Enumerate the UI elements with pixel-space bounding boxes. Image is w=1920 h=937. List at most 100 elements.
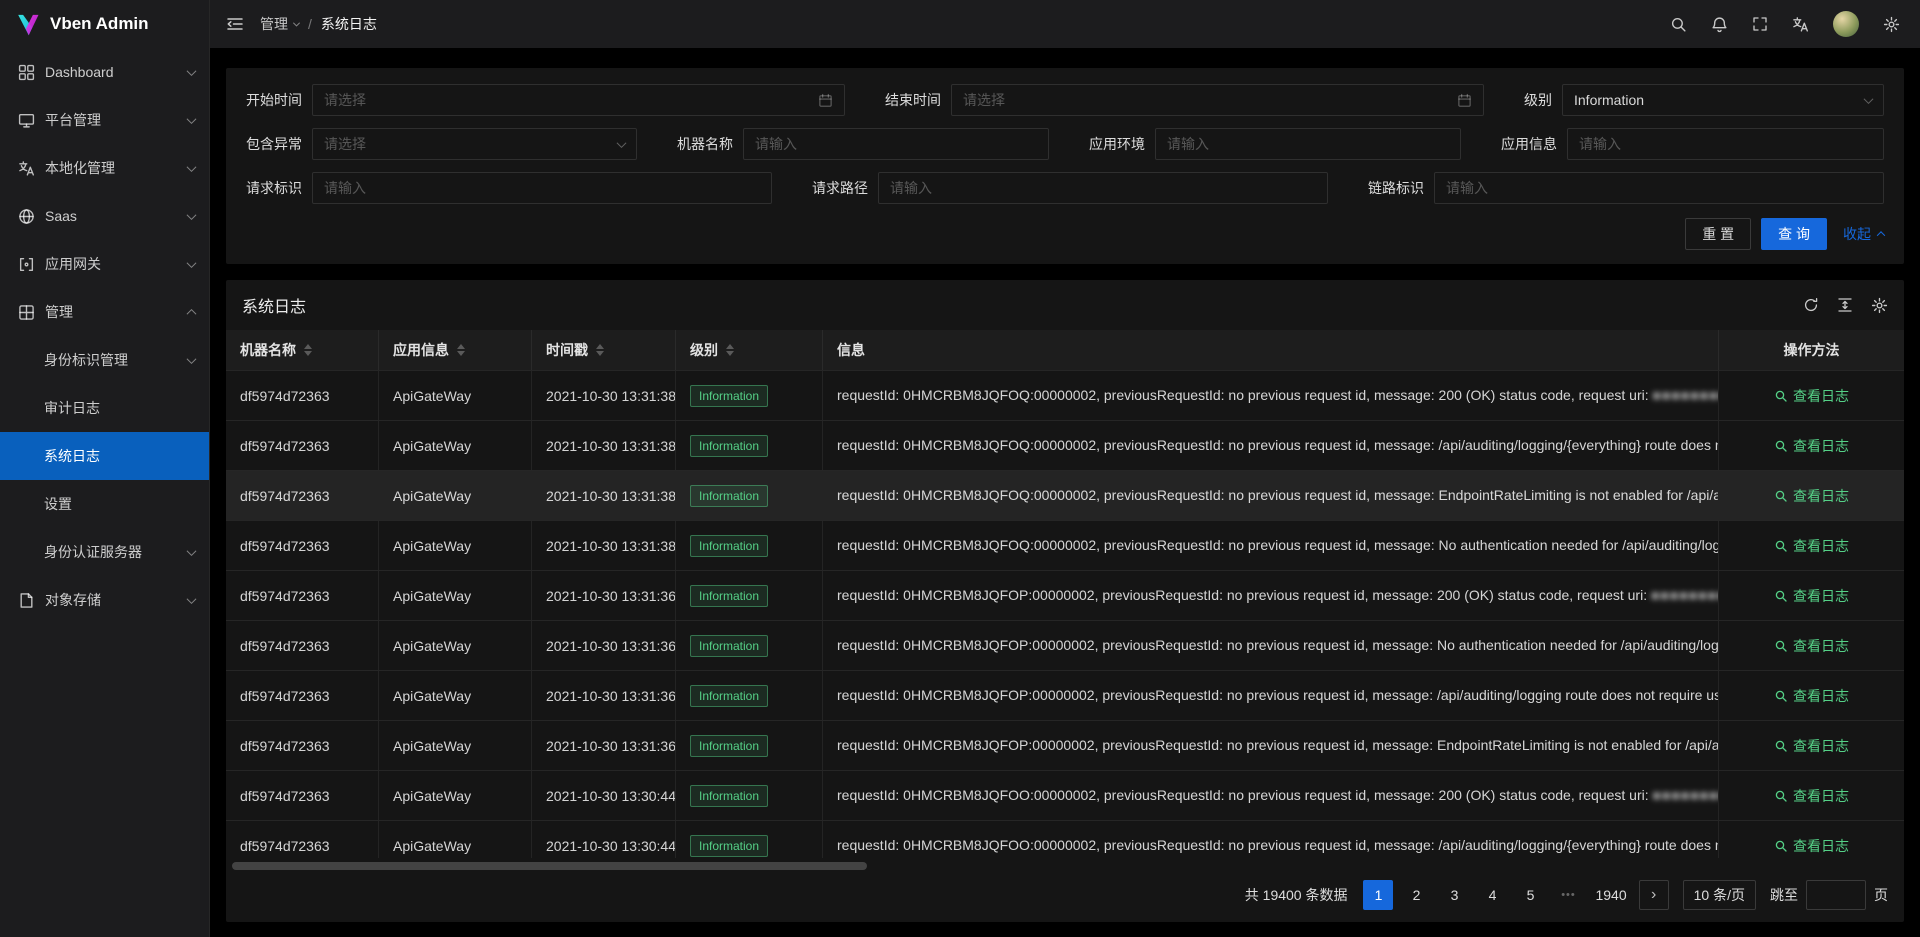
cell-app-info: ApiGateWay [379,371,532,420]
pagination-total: 共 19400 条数据 [1245,885,1348,905]
environment-input[interactable] [1167,136,1449,152]
view-log-link[interactable]: 查看日志 [1774,386,1849,406]
end-time-datepicker[interactable] [951,84,1484,116]
filter-row-1: 开始时间 结束时间 [246,84,1884,116]
request-path-input[interactable] [890,180,1316,196]
cell-timestamp: 2021-10-30 13:31:36 [532,721,676,770]
notification-icon[interactable] [1711,16,1728,33]
request-id-input[interactable] [324,180,760,196]
trace-id-input[interactable] [1446,180,1872,196]
sidebar-item-object-storage[interactable]: 对象存储 [0,576,209,624]
settings-icon[interactable] [1883,16,1900,33]
page-button-5[interactable]: 5 [1515,880,1545,910]
sidebar-subitem-identity[interactable]: 身份标识管理 [0,336,209,384]
menu-fold-icon[interactable] [226,15,244,33]
cell-actions: 查看日志 [1719,771,1904,820]
level-badge: Information [690,485,768,507]
logo[interactable]: Vben Admin [0,0,209,48]
machine-name-field: 机器名称 [677,128,1049,160]
sidebar-subitem-settings[interactable]: 设置 [0,480,209,528]
sidebar-item-management[interactable]: 管理 [0,288,209,336]
redacted-text: ■■■■■■■■■ [1651,587,1719,603]
sidebar-item-localization[interactable]: 本地化管理 [0,144,209,192]
breadcrumb-separator: / [308,16,312,32]
avatar[interactable] [1833,11,1859,37]
table-column-headers: 机器名称应用信息时间戳级别信息操作方法 [226,330,1904,370]
level-badge: Information [690,735,768,757]
view-log-link[interactable]: 查看日志 [1774,586,1849,606]
dashboard-icon [18,64,35,81]
machine-name-input[interactable] [755,136,1037,152]
cell-app-info: ApiGateWay [379,421,532,470]
translate-icon[interactable] [1792,16,1809,33]
sidebar-item-gateway[interactable]: 应用网关 [0,240,209,288]
refresh-icon[interactable] [1803,297,1819,313]
environment-label: 应用环境 [1089,134,1145,154]
sidebar-item-dashboard[interactable]: Dashboard [0,48,209,96]
sidebar-subitem-system-logs[interactable]: 系统日志 [0,432,209,480]
cell-actions: 查看日志 [1719,671,1904,720]
calendar-icon [1457,93,1472,108]
column-header-4[interactable]: 级别 [676,330,823,370]
start-time-datepicker[interactable] [312,84,845,116]
has-exception-placeholder: 请选择 [324,134,610,154]
view-log-link[interactable]: 查看日志 [1774,536,1849,556]
request-id-field: 请求标识 [246,172,772,204]
chevron-down-icon [187,114,197,124]
page-button-3[interactable]: 3 [1439,880,1469,910]
page-button-1[interactable]: 1 [1363,880,1393,910]
column-height-icon[interactable] [1837,297,1853,313]
trace-id-label: 链路标识 [1368,178,1424,198]
cell-machine-name: df5974d72363 [226,421,379,470]
chevron-down-icon [187,66,197,76]
column-header-3[interactable]: 时间戳 [532,330,676,370]
chevron-down-icon [187,546,197,556]
view-log-link[interactable]: 查看日志 [1774,686,1849,706]
level-select[interactable]: Information [1562,84,1884,116]
cell-machine-name: df5974d72363 [226,671,379,720]
page-button-4[interactable]: 4 [1477,880,1507,910]
cell-machine-name: df5974d72363 [226,521,379,570]
column-header-2[interactable]: 应用信息 [379,330,532,370]
page-button-1940[interactable]: 1940 [1591,880,1630,910]
page-size-select[interactable]: 10 条/页 [1683,880,1756,910]
next-page-button[interactable]: › [1639,880,1669,910]
collapse-toggle[interactable]: 收起 [1843,224,1884,244]
view-log-link[interactable]: 查看日志 [1774,486,1849,506]
sidebar-subitem-label: 审计日志 [44,398,195,418]
reset-button[interactable]: 重 置 [1685,218,1751,250]
breadcrumb-parent[interactable]: 管理 [260,14,299,34]
sidebar-item-platform[interactable]: 平台管理 [0,96,209,144]
filter-row-2: 包含异常 请选择 机器名称 应用环境 [246,128,1884,160]
table-row: df5974d72363ApiGateWay2021-10-30 13:31:3… [226,470,1904,520]
view-log-link[interactable]: 查看日志 [1774,786,1849,806]
end-time-input[interactable] [963,92,1449,108]
sidebar-subitem-auth-server[interactable]: 身份认证服务器 [0,528,209,576]
settings-icon[interactable] [1871,297,1888,314]
search-icon[interactable] [1670,16,1687,33]
level-label: 级别 [1524,90,1552,110]
view-log-link[interactable]: 查看日志 [1774,636,1849,656]
app-info-input[interactable] [1579,136,1872,152]
column-header-1[interactable]: 机器名称 [226,330,379,370]
cell-message: requestId: 0HMCRBM8JQFOP:00000002, previ… [823,671,1719,720]
query-button[interactable]: 查 询 [1761,218,1827,250]
start-time-input[interactable] [324,92,810,108]
view-log-link[interactable]: 查看日志 [1774,836,1849,856]
app-info-field: 应用信息 [1501,128,1884,160]
horizontal-scrollbar-thumb[interactable] [232,862,867,870]
view-log-link[interactable]: 查看日志 [1774,436,1849,456]
sidebar-item-saas[interactable]: Saas [0,192,209,240]
localization-icon [18,160,35,177]
cell-timestamp: 2021-10-30 13:31:38 [532,371,676,420]
fullscreen-icon[interactable] [1752,16,1768,32]
page-button-2[interactable]: 2 [1401,880,1431,910]
jump-page-input[interactable] [1806,880,1866,910]
environment-field: 应用环境 [1089,128,1461,160]
has-exception-select[interactable]: 请选择 [312,128,637,160]
cell-machine-name: df5974d72363 [226,821,379,858]
level-badge: Information [690,385,768,407]
sidebar-subitem-audit-logs[interactable]: 审计日志 [0,384,209,432]
view-log-link[interactable]: 查看日志 [1774,736,1849,756]
topbar: 管理 / 系统日志 [210,0,1920,48]
